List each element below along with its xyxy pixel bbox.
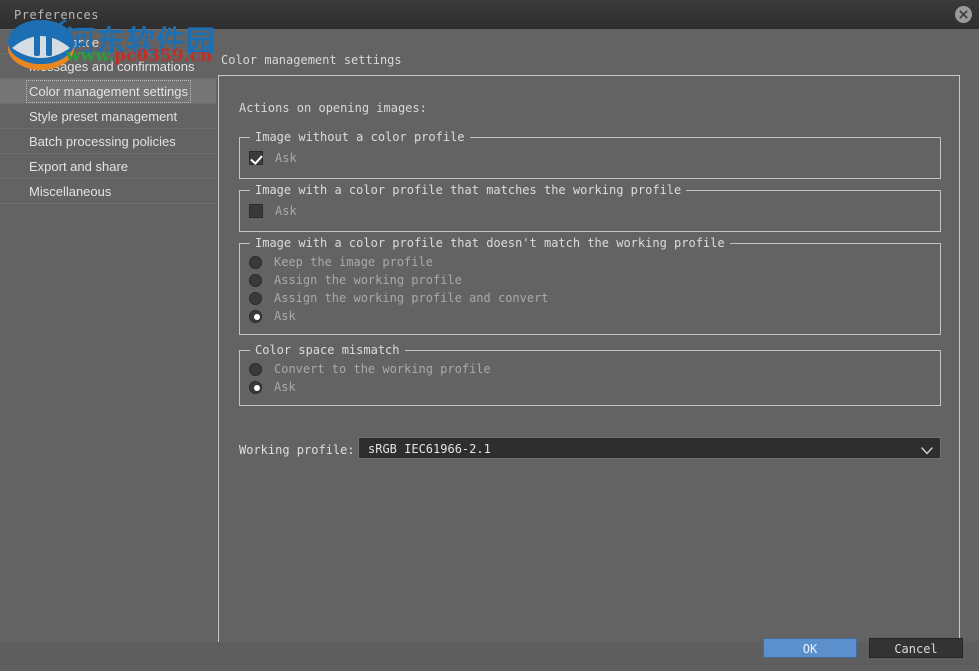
radio-row-ask-color-space[interactable]: Ask <box>249 380 296 394</box>
checkbox-icon[interactable] <box>249 151 263 165</box>
sidebar-item-appearance[interactable]: Appearance <box>0 29 216 54</box>
checkbox-row-ask-no-profile[interactable]: Ask <box>249 151 297 165</box>
working-profile-label: Working profile: <box>239 443 355 457</box>
radio-row-ask-mismatch[interactable]: Ask <box>249 309 296 323</box>
group-title: Image without a color profile <box>250 130 470 144</box>
checkbox-icon[interactable] <box>249 204 263 218</box>
sidebar-item-label: Color management settings <box>26 80 191 103</box>
dialog-footer: OK Cancel <box>0 638 979 671</box>
radio-icon[interactable] <box>249 273 262 287</box>
radio-row-assign-working-profile[interactable]: Assign the working profile <box>249 273 462 287</box>
radio-icon[interactable] <box>249 362 262 376</box>
radio-icon[interactable] <box>249 291 262 305</box>
content-frame: Actions on opening images: Image without… <box>218 75 960 652</box>
radio-row-assign-and-convert[interactable]: Assign the working profile and convert <box>249 291 549 305</box>
preferences-dialog: Preferences Appearance Messages and conf… <box>0 0 979 671</box>
sidebar-item-label: Appearance <box>29 35 100 50</box>
sidebar-item-label: Miscellaneous <box>29 184 112 199</box>
group-image-without-color-profile: Image without a color profile Ask <box>239 130 941 179</box>
sidebar-item-label: Messages and confirmations <box>29 59 195 74</box>
group-title: Color space mismatch <box>250 343 405 357</box>
ok-button[interactable]: OK <box>763 638 857 658</box>
page-title: Color management settings <box>221 53 402 67</box>
checkbox-row-ask-matching-profile[interactable]: Ask <box>249 204 297 218</box>
working-profile-value: sRGB IEC61966-2.1 <box>368 442 491 456</box>
group-title: Image with a color profile that matches … <box>250 183 687 197</box>
radio-label: Assign the working profile and convert <box>274 291 549 305</box>
main-panel: Color management settings Actions on ope… <box>216 29 979 652</box>
sidebar-item-style-preset-management[interactable]: Style preset management <box>0 104 216 129</box>
radio-icon[interactable] <box>249 380 262 394</box>
radio-row-keep-image-profile[interactable]: Keep the image profile <box>249 255 433 269</box>
radio-label: Assign the working profile <box>274 273 462 287</box>
sidebar: Appearance Messages and confirmations Co… <box>0 29 216 642</box>
group-color-space-mismatch: Color space mismatch Convert to the work… <box>239 343 941 406</box>
cancel-button[interactable]: Cancel <box>869 638 963 658</box>
chevron-down-icon <box>921 443 933 461</box>
radio-icon[interactable] <box>249 309 262 323</box>
checkbox-label: Ask <box>275 204 297 218</box>
sidebar-item-label: Batch processing policies <box>29 134 176 149</box>
group-title: Image with a color profile that doesn't … <box>250 236 730 250</box>
group-image-profile-mismatch: Image with a color profile that doesn't … <box>239 236 941 335</box>
sidebar-item-batch-processing-policies[interactable]: Batch processing policies <box>0 129 216 154</box>
radio-row-convert-to-working-profile[interactable]: Convert to the working profile <box>249 362 491 376</box>
radio-label: Ask <box>274 309 296 323</box>
radio-label: Keep the image profile <box>274 255 433 269</box>
sidebar-item-export-and-share[interactable]: Export and share <box>0 154 216 179</box>
sidebar-item-label: Export and share <box>29 159 129 174</box>
checkbox-label: Ask <box>275 151 297 165</box>
actions-on-opening-images-label: Actions on opening images: <box>239 101 427 115</box>
sidebar-item-label: Style preset management <box>29 109 178 124</box>
title-bar: Preferences <box>0 0 979 29</box>
radio-label: Ask <box>274 380 296 394</box>
radio-label: Convert to the working profile <box>274 362 491 376</box>
sidebar-item-messages-and-confirmations[interactable]: Messages and confirmations <box>0 54 216 79</box>
close-icon <box>959 10 968 19</box>
working-profile-select[interactable]: sRGB IEC61966-2.1 <box>358 437 941 459</box>
radio-icon[interactable] <box>249 255 262 269</box>
sidebar-item-miscellaneous[interactable]: Miscellaneous <box>0 179 216 204</box>
group-image-profile-matches-working: Image with a color profile that matches … <box>239 183 941 232</box>
close-button[interactable] <box>955 6 972 23</box>
window-title: Preferences <box>14 8 99 22</box>
sidebar-item-color-management-settings[interactable]: Color management settings <box>0 79 216 104</box>
